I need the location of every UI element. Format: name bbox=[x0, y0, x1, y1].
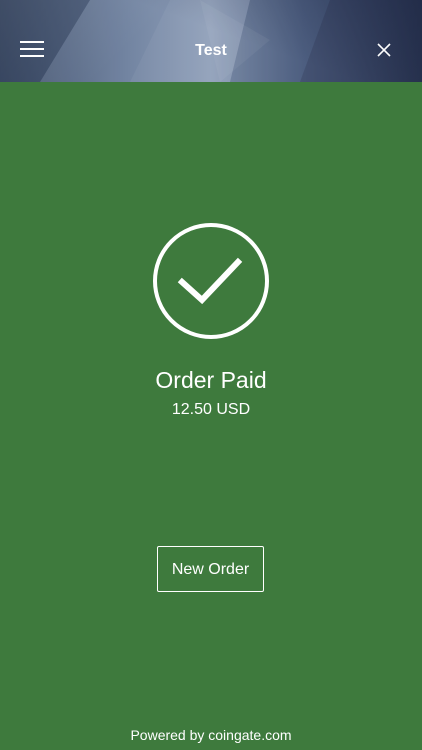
status-title: Order Paid bbox=[155, 367, 267, 393]
checkmark-circle-icon bbox=[152, 222, 270, 340]
page-title: Test bbox=[195, 42, 227, 59]
order-amount: 12.50 USD bbox=[171, 401, 251, 418]
close-button[interactable] bbox=[375, 41, 393, 59]
close-icon bbox=[377, 43, 391, 57]
header-bar: Test bbox=[0, 0, 422, 82]
footer-powered-by[interactable]: Powered by coingate.com bbox=[0, 726, 422, 744]
new-order-button[interactable]: New Order bbox=[157, 546, 264, 592]
